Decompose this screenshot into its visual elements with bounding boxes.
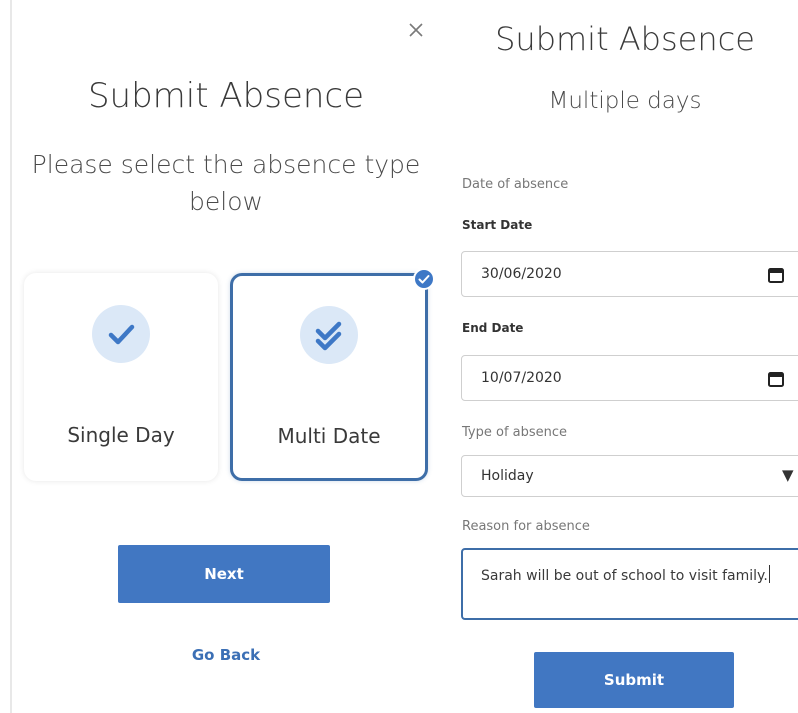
start-date-value: 30/06/2020 <box>481 266 562 282</box>
double-check-icon <box>300 306 358 364</box>
dropdown-arrow-icon: ▼ <box>782 466 794 484</box>
submit-button[interactable]: Submit <box>534 652 734 708</box>
reason-value: Sarah will be out of school to visit fam… <box>481 565 770 584</box>
next-button[interactable]: Next <box>118 545 330 603</box>
form-subtitle: Multiple days <box>548 88 702 114</box>
start-date-input[interactable]: 30/06/2020 <box>461 251 798 297</box>
absence-form-panel: Submit Absence Multiple days Date of abs… <box>452 0 798 713</box>
end-date-input[interactable]: 10/07/2020 <box>461 355 798 401</box>
calendar-icon[interactable] <box>767 266 785 284</box>
close-icon[interactable] <box>404 18 428 42</box>
absence-type-panel: Submit Absence Please select the absence… <box>0 0 452 713</box>
calendar-icon[interactable] <box>767 370 785 388</box>
go-back-link[interactable]: Go Back <box>0 646 452 664</box>
multi-date-label: Multi Date <box>277 424 381 448</box>
reason-textarea[interactable]: Sarah will be out of school to visit fam… <box>461 548 798 620</box>
text-caret <box>768 565 770 583</box>
reason-label: Reason for absence <box>462 519 590 534</box>
single-day-card[interactable]: Single Day <box>24 273 218 481</box>
date-section-label: Date of absence <box>462 177 569 192</box>
end-date-label: End Date <box>462 321 524 335</box>
reason-text: Sarah will be out of school to visit fam… <box>481 568 768 584</box>
type-of-absence-select[interactable]: Holiday ▼ <box>461 455 798 497</box>
page-subtitle: Please select the absence type below <box>31 150 421 216</box>
single-day-label: Single Day <box>67 423 175 447</box>
check-icon <box>92 305 150 363</box>
multi-date-card[interactable]: Multi Date <box>230 268 435 481</box>
start-date-label: Start Date <box>462 218 533 232</box>
form-title: Submit Absence <box>495 20 755 58</box>
selected-check-icon <box>413 268 435 290</box>
type-of-absence-value: Holiday <box>481 468 534 484</box>
type-of-absence-label: Type of absence <box>462 425 568 440</box>
end-date-value: 10/07/2020 <box>481 370 562 386</box>
page-title: Submit Absence <box>87 76 365 116</box>
